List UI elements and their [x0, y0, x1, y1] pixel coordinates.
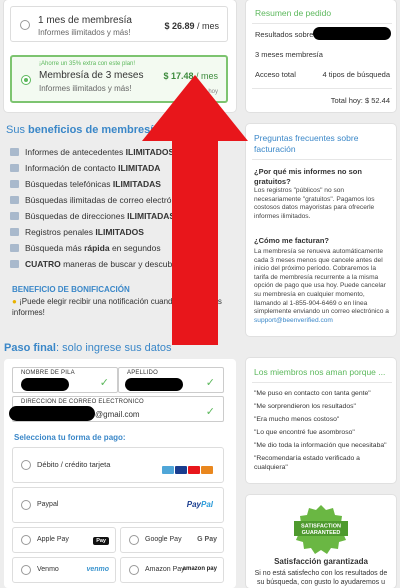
last-name-label: APELLIDO — [127, 370, 158, 376]
satisfaction-guarantee: SATISFACTION GUARANTEED Satisfacción gar… — [246, 495, 396, 588]
payment-label: Google Pay — [145, 536, 182, 543]
visa-icon — [175, 466, 187, 474]
check-icon: ✓ — [205, 406, 215, 418]
apple-pay-logo-icon: Pay — [93, 537, 109, 545]
divider — [252, 382, 392, 383]
summary-access-label: Acceso total — [255, 70, 296, 79]
payment-radio-card[interactable] — [21, 460, 31, 470]
summary-results-label: Resultados sobre — [255, 30, 314, 39]
payment-label: Apple Pay — [37, 536, 69, 543]
check-icon: ✓ — [205, 377, 215, 389]
divider — [252, 23, 392, 24]
summary-access-value: 4 tipos de búsqueda — [322, 70, 390, 79]
payment-radio-amazon-pay[interactable] — [129, 565, 139, 575]
google-pay-logo-icon: G Pay — [197, 536, 217, 543]
search-icon — [10, 148, 19, 156]
envelope-icon — [10, 196, 19, 204]
faq-answer: Los registros "públicos" no son necesari… — [254, 187, 375, 220]
payment-radio-google-pay[interactable] — [129, 535, 139, 545]
mastercard-icon — [188, 466, 200, 474]
testimonial-item: "Era mucho menos costoso" — [254, 416, 340, 423]
payment-option-apple-pay[interactable]: Apple Pay Pay — [12, 527, 116, 553]
satisfaction-seal-icon: SATISFACTION GUARANTEED — [294, 505, 348, 554]
discover-icon — [201, 466, 213, 474]
payment-label: Venmo — [37, 566, 59, 573]
plan-name: Membresía de 3 meses — [39, 70, 144, 81]
redacted-value — [125, 378, 183, 391]
bank-icon — [10, 228, 19, 236]
email-label: DIRECCION DE CORREO ELECTRONICO — [21, 399, 144, 405]
plan-radio-3-months[interactable] — [21, 75, 31, 85]
redacted-value — [313, 27, 391, 40]
person-icon — [10, 164, 19, 172]
payment-option-venmo[interactable]: Venmo venmo — [12, 557, 116, 583]
amex-icon — [162, 466, 174, 474]
payment-method-title: Selecciona tu forma de pago: — [14, 433, 126, 442]
payment-radio-venmo[interactable] — [21, 565, 31, 575]
email-field[interactable]: DIRECCION DE CORREO ELECTRONICO @gmail.c… — [9, 396, 224, 422]
last-name-field[interactable]: APELLIDO ✓ — [118, 367, 224, 393]
faq-question: ¿Por qué mis informes no son gratuitos? — [254, 167, 362, 186]
guarantee-title: Satisfacción garantizada — [274, 557, 368, 566]
plan-name: 1 mes de membresía — [38, 15, 132, 26]
phone-icon — [10, 180, 19, 188]
bonus-title: BENEFICIO DE BONIFICACIÓN — [12, 285, 130, 294]
summary-plan: 3 meses membresía — [255, 50, 323, 59]
faq-title: Preguntas frecuentes sobre facturación — [254, 133, 359, 154]
summary-total: Total hoy: $ 52.44 — [330, 96, 390, 105]
summary-title: Resumen de pedido — [255, 8, 332, 18]
testimonials: Los miembros nos aman porque ... "Me pus… — [246, 358, 396, 483]
payment-label: Paypal — [37, 501, 59, 508]
testimonials-title: Los miembros nos aman porque ... — [254, 367, 386, 377]
speed-icon — [10, 244, 19, 252]
plan-price: $ 26.89 / mes — [164, 21, 219, 31]
bell-icon: ● — [12, 297, 17, 306]
payment-label: Amazon Pay — [145, 566, 185, 573]
payment-radio-paypal[interactable] — [21, 500, 31, 510]
amazon-pay-logo-icon: amazon pay — [182, 566, 217, 572]
plan-radio-1-month[interactable] — [20, 20, 30, 30]
testimonial-item: "Me dio toda la información que necesita… — [254, 442, 387, 449]
email-suffix: @gmail.com — [95, 410, 140, 419]
redacted-value — [21, 378, 69, 391]
red-arrow-annotation — [142, 75, 248, 345]
redacted-value — [9, 406, 95, 421]
plan-option-1-month[interactable]: 1 mes de membresía Informes ilimitados y… — [10, 6, 228, 42]
payment-option-amazon-pay[interactable]: Amazon Pay amazon pay — [120, 557, 224, 583]
paypal-logo-icon: PayPal — [186, 500, 213, 509]
testimonial-item: "Me puso en contacto con tanta gente" — [254, 390, 371, 397]
support-email-link[interactable]: support@beenverified.com — [254, 317, 333, 324]
payment-option-google-pay[interactable]: Google Pay G Pay — [120, 527, 224, 553]
svg-text:GUARANTEED: GUARANTEED — [302, 530, 341, 536]
checkout-form: NOMBRE DE PILA ✓ APELLIDO ✓ DIRECCION DE… — [4, 359, 236, 588]
shuffle-icon — [10, 260, 19, 268]
check-icon: ✓ — [99, 377, 109, 389]
testimonial-item: "Recomendaría estado verificado a cualqu… — [254, 455, 360, 471]
map-pin-icon — [10, 212, 19, 220]
divider — [252, 88, 392, 89]
plan-promo: ¡Ahorre un 35% extra con este plan! — [39, 61, 136, 67]
first-name-label: NOMBRE DE PILA — [21, 370, 75, 376]
guarantee-text: Si no está satisfecho con los resultados… — [254, 570, 388, 586]
testimonial-item: "Lo que encontré fue asombroso" — [254, 429, 355, 436]
faq-question: ¿Cómo me facturan? — [254, 236, 330, 245]
billing-faq: Preguntas frecuentes sobre facturación ¿… — [246, 124, 396, 336]
first-name-field[interactable]: NOMBRE DE PILA ✓ — [12, 367, 118, 393]
faq-answer: La membresía se renueva automáticamente … — [254, 248, 389, 324]
payment-option-paypal[interactable]: Paypal PayPal — [12, 487, 224, 523]
payment-option-card[interactable]: Débito / crédito tarjeta — [12, 447, 224, 483]
payment-label: Débito / crédito tarjeta — [37, 460, 111, 469]
card-logos — [161, 461, 213, 479]
plan-subtitle: Informes ilimitados y más! — [39, 84, 132, 93]
payment-radio-apple-pay[interactable] — [21, 535, 31, 545]
venmo-logo-icon: venmo — [86, 566, 109, 573]
order-summary: Resumen de pedido Resultados sobre 3 mes… — [246, 0, 396, 112]
divider — [252, 159, 392, 160]
svg-text:SATISFACTION: SATISFACTION — [301, 524, 341, 530]
testimonial-item: "Me sorprendieron los resultados" — [254, 403, 356, 410]
plan-subtitle: Informes ilimitados y más! — [38, 28, 131, 37]
